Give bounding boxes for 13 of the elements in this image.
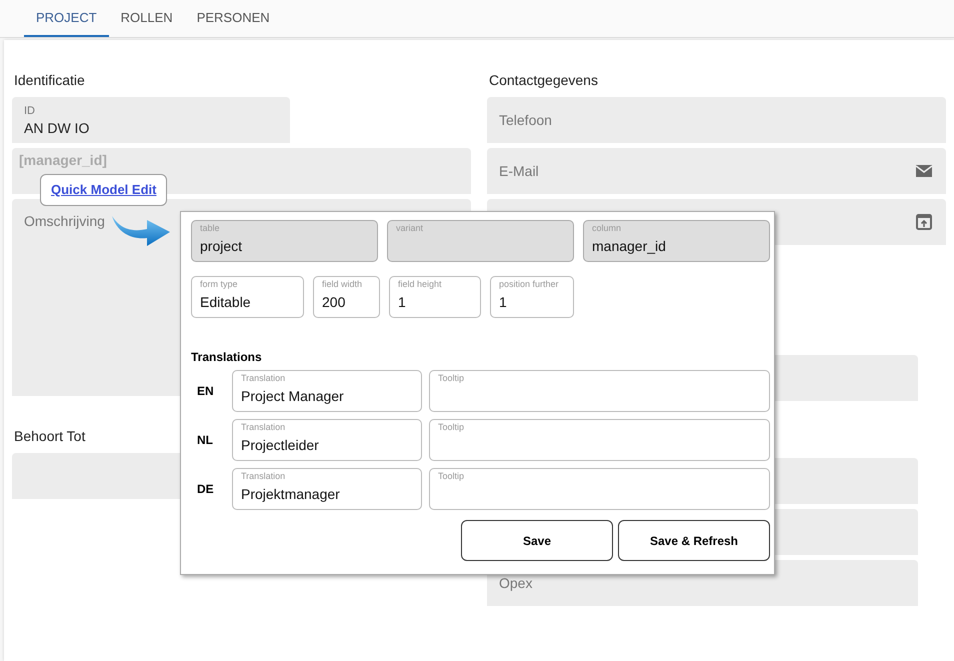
field-value: AN DW IO bbox=[24, 120, 90, 136]
section-heading: Behoort Tot bbox=[14, 428, 86, 446]
language-code: DE bbox=[196, 482, 215, 496]
translations-heading: Translations bbox=[191, 350, 263, 364]
readonly-field: variant bbox=[387, 220, 574, 262]
section-heading: Identificatie bbox=[14, 72, 85, 90]
language-code: EN bbox=[196, 384, 215, 398]
field-tag: [manager_id] bbox=[19, 152, 107, 168]
readonly-field: column manager_id bbox=[583, 220, 770, 262]
section-heading: Contactgegevens bbox=[489, 72, 598, 90]
field-label: ID bbox=[24, 104, 35, 116]
language-code: NL bbox=[196, 433, 214, 447]
readonly-field: table project bbox=[191, 220, 378, 262]
